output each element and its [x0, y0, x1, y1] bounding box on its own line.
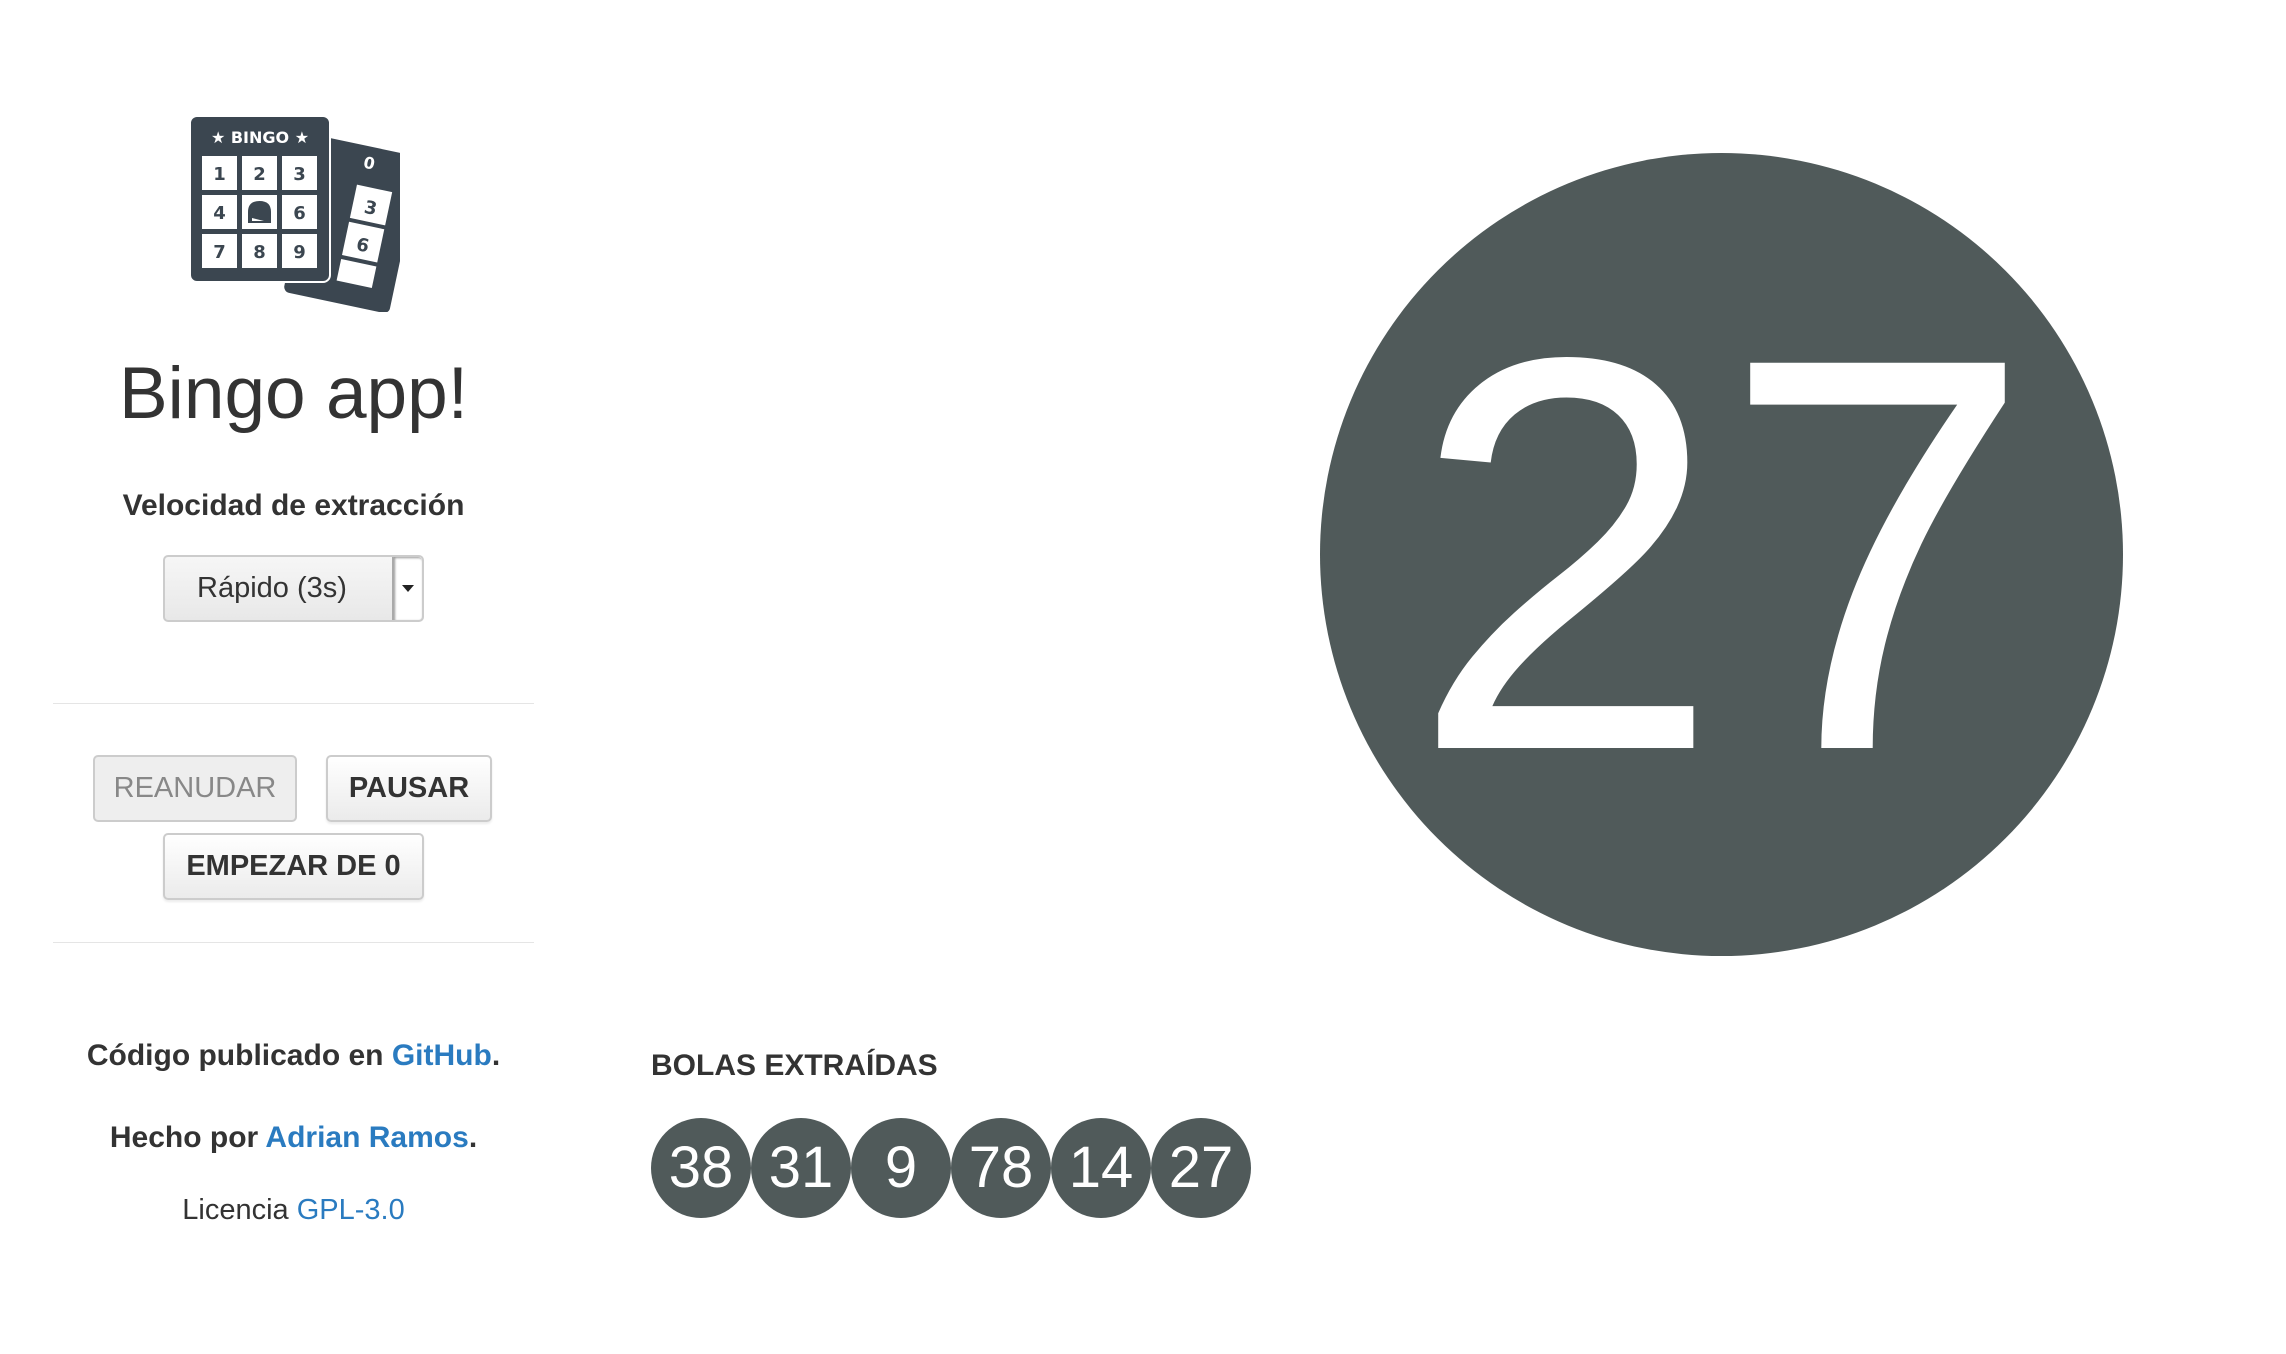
github-link[interactable]: GitHub — [392, 1039, 492, 1072]
drawn-ball: 38 — [651, 1118, 751, 1218]
license-link[interactable]: GPL-3.0 — [297, 1194, 405, 1226]
drawn-ball: 27 — [1151, 1118, 1251, 1218]
logo-number: 2 — [253, 164, 266, 185]
bingo-card-logo-icon: 0 3 6 ★ BINGO ★ 1 2 3 4 6 7 8 9 — [189, 115, 421, 313]
author-credit: Hecho por Adrian Ramos. — [53, 1118, 534, 1158]
divider — [53, 942, 534, 943]
logo-number: 6 — [293, 203, 306, 224]
resume-button[interactable]: REANUDAR — [93, 755, 297, 822]
drawn-balls-list: 38 31 9 78 14 27 — [651, 1118, 1251, 1218]
restart-button[interactable]: EMPEZAR DE 0 — [163, 833, 424, 900]
author-link[interactable]: Adrian Ramos — [265, 1121, 468, 1154]
caret-down-icon[interactable] — [392, 557, 422, 620]
drawn-ball: 14 — [1051, 1118, 1151, 1218]
license-prefix: Licencia — [182, 1194, 297, 1226]
sidebar: 0 3 6 ★ BINGO ★ 1 2 3 4 6 7 8 9 Bingo ap… — [53, 0, 534, 1354]
logo-number: 8 — [253, 242, 266, 263]
code-credit-suffix: . — [491, 1039, 501, 1072]
author-credit-prefix: Hecho por — [109, 1121, 266, 1154]
logo-number: 7 — [213, 242, 226, 263]
code-credit-prefix: Código publicado en — [86, 1039, 392, 1072]
drawn-balls-title: BOLAS EXTRAÍDAS — [651, 1049, 938, 1082]
speed-label: Velocidad de extracción — [122, 489, 465, 522]
speed-select-value: Rápido (3s) — [197, 572, 347, 604]
logo-number: 9 — [293, 242, 306, 263]
drawn-ball: 9 — [851, 1118, 951, 1218]
pause-button[interactable]: PAUSAR — [326, 755, 492, 822]
bingo-app: 0 3 6 ★ BINGO ★ 1 2 3 4 6 7 8 9 Bingo ap… — [0, 0, 2286, 1354]
page-title: Bingo app! — [118, 353, 469, 434]
author-credit-suffix: . — [468, 1121, 478, 1154]
logo-bingo-header: ★ BINGO ★ — [211, 128, 309, 147]
license-credit: Licencia GPL-3.0 — [53, 1190, 534, 1230]
code-credit: Código publicado en GitHub. — [53, 1036, 534, 1076]
drawn-ball: 31 — [751, 1118, 851, 1218]
current-ball: 27 — [1320, 153, 2123, 956]
drawn-ball: 78 — [951, 1118, 1051, 1218]
divider — [53, 703, 534, 704]
logo-number: 1 — [213, 164, 226, 185]
speed-select[interactable]: Rápido (3s) — [163, 555, 424, 622]
logo-number: 3 — [293, 164, 306, 185]
logo-number: 4 — [213, 203, 226, 224]
